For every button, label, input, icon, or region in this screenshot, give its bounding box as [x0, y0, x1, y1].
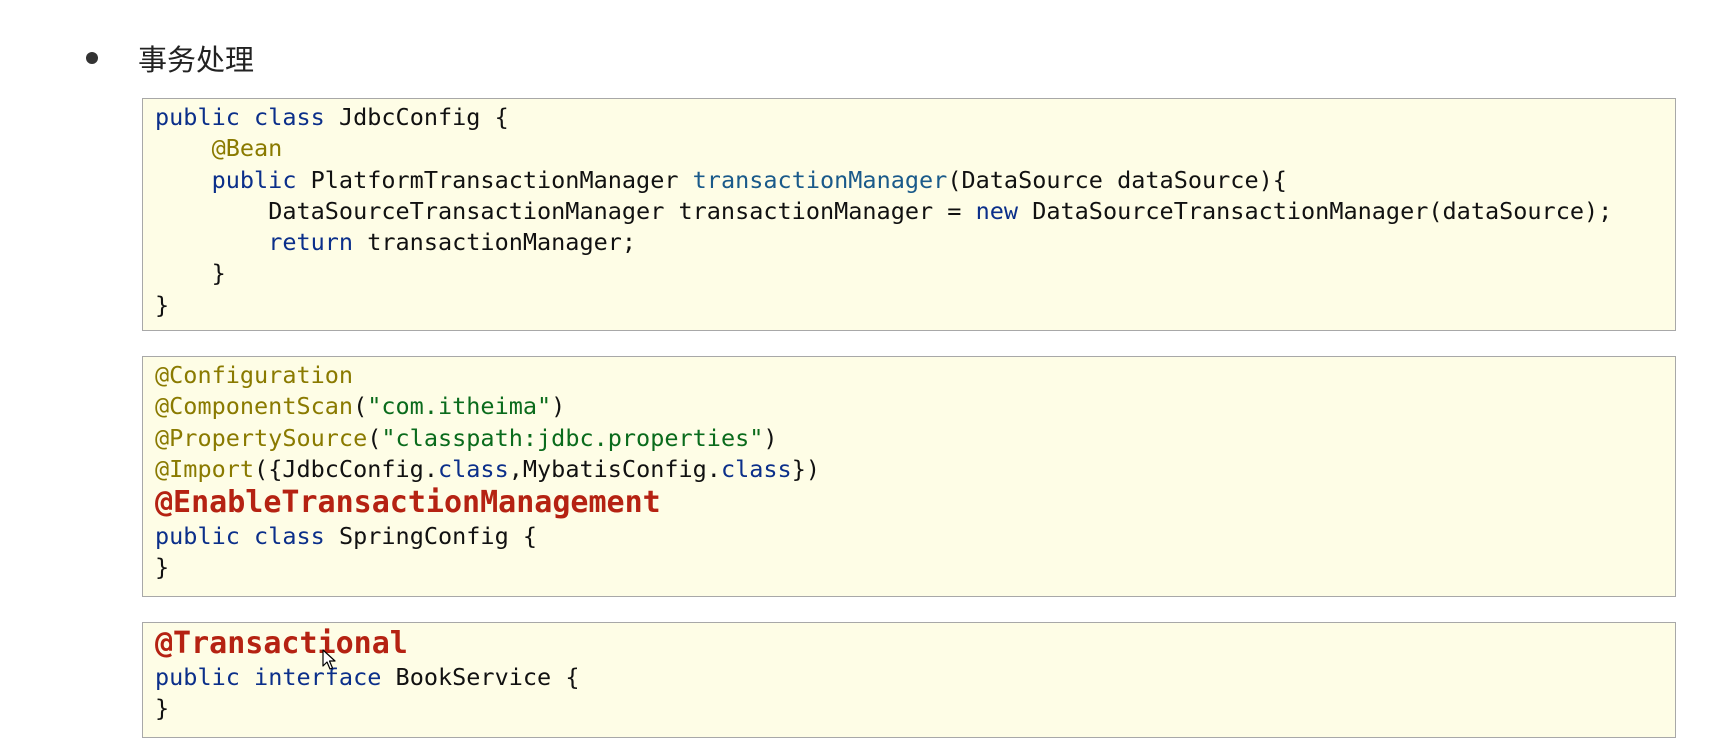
code-text: ,MybatisConfig.: [508, 454, 721, 483]
code-text: }): [791, 454, 821, 483]
code-keyword: class: [254, 103, 325, 131]
code-line: public class SpringConfig {: [155, 521, 1675, 552]
code-text: }: [155, 694, 170, 723]
code-text: transactionManager;: [367, 228, 637, 257]
code-text: (: [367, 423, 382, 452]
code-block-jdbc-config: public class JdbcConfig { @Bean public P…: [142, 98, 1676, 331]
code-text: BookService {: [395, 663, 580, 691]
code-text: SpringConfig {: [338, 522, 538, 551]
heading-title: 事务处理: [138, 43, 255, 77]
code-line: public interface BookService {: [155, 662, 1675, 693]
code-line: }: [155, 258, 1675, 289]
highlighted-annotation: @EnableTransactionManagement: [155, 485, 661, 521]
code-annotation: @Bean: [211, 134, 283, 163]
code-keyword: class: [720, 454, 792, 483]
code-text: (DataSource dataSource){: [947, 165, 1287, 194]
code-annotation: @Import: [155, 454, 255, 483]
code-line: return transactionManager;: [155, 227, 1675, 258]
code-line: }: [155, 693, 1675, 724]
highlighted-annotation: @Transactional: [155, 626, 408, 661]
code-text: ): [551, 392, 566, 421]
section-heading: 事务处理: [86, 38, 254, 78]
code-line: @Configuration: [155, 360, 1675, 391]
code-line: }: [155, 552, 1675, 583]
code-annotation: @ComponentScan: [155, 392, 354, 421]
code-keyword: public: [155, 663, 240, 691]
code-line: @ComponentScan("com.itheima"): [155, 391, 1675, 422]
code-line: DataSourceTransactionManager transaction…: [155, 196, 1675, 227]
code-keyword: public: [155, 103, 240, 131]
code-keyword: public: [211, 165, 297, 194]
code-text: }: [211, 259, 226, 288]
code-line: public PlatformTransactionManager transa…: [155, 165, 1675, 196]
code-text: }: [155, 290, 170, 319]
code-keyword: class: [254, 522, 325, 551]
bullet-dot-icon: [86, 52, 98, 64]
code-string: "com.itheima": [367, 392, 552, 421]
code-method-name: transactionManager: [692, 165, 948, 194]
code-line: @Transactional: [155, 626, 1675, 662]
code-line: @Import({JdbcConfig.class,MybatisConfig.…: [155, 454, 1675, 485]
code-line: @PropertySource("classpath:jdbc.properti…: [155, 423, 1675, 454]
code-annotation: @Configuration: [155, 361, 354, 389]
code-keyword: interface: [254, 663, 382, 691]
code-keyword: new: [975, 196, 1019, 225]
code-line: @EnableTransactionManagement: [155, 485, 1675, 521]
code-annotation: @PropertySource: [155, 423, 368, 452]
code-block-spring-config: @Configuration @ComponentScan("com.ithei…: [142, 356, 1676, 597]
code-text: JdbcConfig {: [338, 103, 509, 131]
code-line: @Bean: [155, 133, 1675, 164]
code-text: (: [353, 392, 368, 421]
code-keyword: return: [268, 228, 354, 257]
code-text: ({JdbcConfig.: [254, 454, 438, 483]
code-text: DataSourceTransactionManager transaction…: [268, 196, 976, 225]
code-block-book-service: @Transactional public interface BookServ…: [142, 622, 1676, 738]
code-text: DataSourceTransactionManager(dataSource)…: [1032, 196, 1613, 225]
code-keyword: class: [437, 454, 509, 483]
code-text: PlatformTransactionManager: [310, 165, 679, 194]
code-string: "classpath:jdbc.properties": [381, 423, 764, 452]
code-line: }: [155, 290, 1675, 321]
mouse-pointer-icon: [322, 649, 336, 670]
code-keyword: public: [155, 522, 240, 551]
code-text: }: [155, 553, 170, 582]
code-line: public class JdbcConfig {: [155, 102, 1675, 133]
code-text: ): [763, 423, 778, 452]
